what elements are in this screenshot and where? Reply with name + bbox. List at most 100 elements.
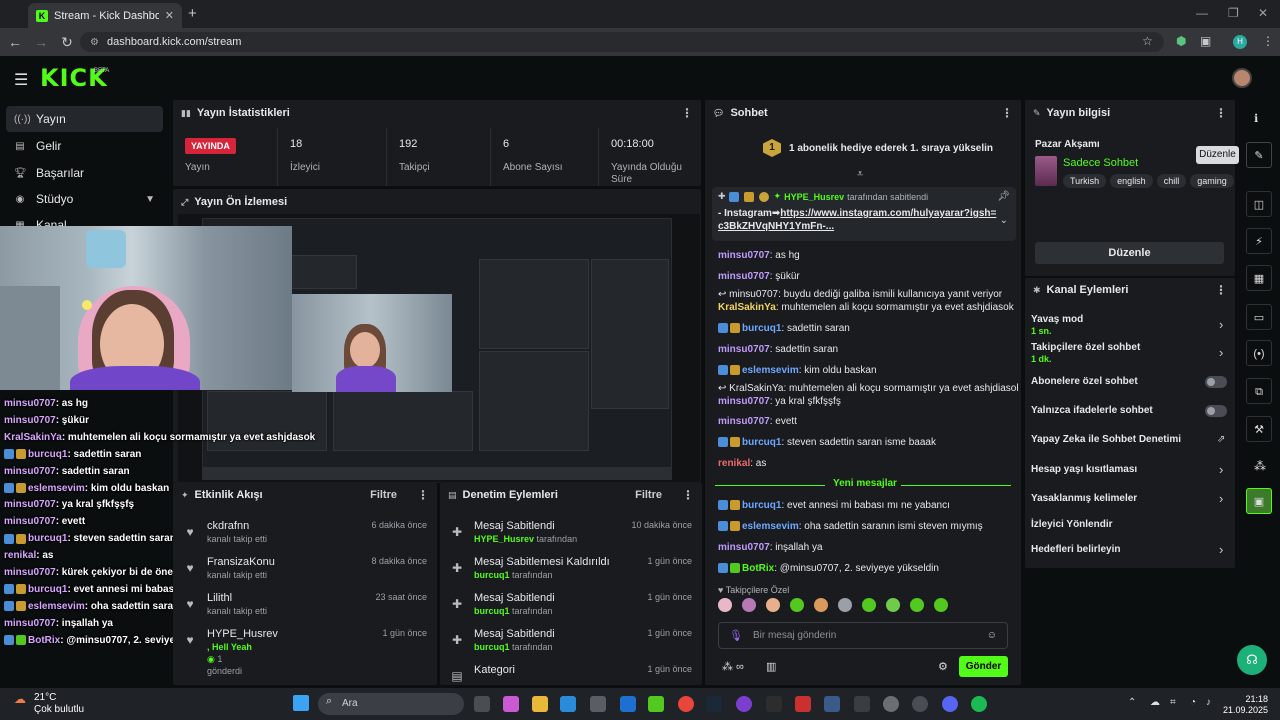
address-bar[interactable]: ⚙ dashboard.kick.com/stream bbox=[80, 32, 1164, 52]
bookmark-star-icon[interactable]: ☆ bbox=[1142, 34, 1153, 48]
windows-start-icon[interactable] bbox=[293, 695, 309, 711]
chat-message[interactable]: minsu0707: evett bbox=[718, 416, 1018, 427]
document-icon[interactable]: ▦ bbox=[1246, 265, 1272, 291]
screenshot-icon[interactable]: ◫ bbox=[1246, 191, 1272, 217]
activity-user[interactable]: ckdrafnn bbox=[207, 520, 249, 532]
more-options-icon[interactable]: ⋮ bbox=[417, 488, 429, 502]
unpin-icon[interactable]: 📌︎ bbox=[997, 191, 1010, 202]
chat-message[interactable]: minsu0707: ya kral şfkfşşfş bbox=[718, 396, 1018, 407]
chat-message[interactable]: eslemsevim: kim oldu baskan bbox=[718, 365, 1018, 376]
emote-icon[interactable] bbox=[862, 598, 876, 612]
emote-icon[interactable] bbox=[934, 598, 948, 612]
channel-action-item[interactable]: Yalnızca ifadelerle sohbet bbox=[1031, 405, 1221, 416]
chevron-right-icon[interactable]: › bbox=[1219, 542, 1223, 557]
pinned-by-user[interactable]: HYPE_Husrev bbox=[784, 192, 844, 202]
chevron-right-icon[interactable]: › bbox=[1219, 345, 1223, 360]
chat-message[interactable]: KralSakinYa: muhtemelen ali koçu sormamı… bbox=[718, 302, 1018, 313]
spotify-icon[interactable] bbox=[971, 696, 987, 712]
lightning-icon[interactable]: ⚡︎ bbox=[1246, 228, 1272, 254]
info-icon[interactable]: ℹ bbox=[1254, 112, 1258, 125]
channel-action-item[interactable]: Hesap yaşı kısıtlaması bbox=[1031, 464, 1221, 475]
chevron-right-icon[interactable]: › bbox=[1219, 491, 1223, 506]
weather-widget[interactable]: ☁ 21°C Çok bulutlu bbox=[14, 692, 84, 715]
more-options-icon[interactable]: ⋮ bbox=[681, 106, 693, 120]
chat-username[interactable]: minsu0707 bbox=[718, 542, 770, 553]
activity-row[interactable]: ♥ HYPE_Husrev, Hell Yeah 1 gün önce ◉ 1 gönd… bbox=[173, 625, 437, 676]
activity-filter-button[interactable]: Filtre bbox=[370, 489, 397, 501]
app-icon[interactable] bbox=[854, 696, 870, 712]
channel-action-item[interactable]: Yapay Zeka ile Sohbet Denetimi bbox=[1031, 434, 1221, 445]
help-support-icon[interactable]: ☊ bbox=[1237, 645, 1267, 675]
chat-message[interactable]: burcuq1: steven sadettin saran isme baaa… bbox=[718, 437, 1018, 448]
steam-icon[interactable] bbox=[706, 696, 722, 712]
chat-username[interactable]: burcuq1 bbox=[742, 323, 781, 334]
extensions-icon[interactable]: ⁂ bbox=[1254, 459, 1266, 473]
chat-message[interactable]: burcuq1: sadettin saran bbox=[718, 323, 1018, 334]
moderation-row[interactable]: ✚ Mesaj Sabitlendi burcuq1 tarafından 1 gün… bbox=[440, 625, 702, 661]
maximize-icon[interactable]: ❐ bbox=[1228, 6, 1239, 20]
pinned-message[interactable]: ✚ ✦ HYPE_Husrev tarafından sabitlendi 📌︎… bbox=[712, 187, 1016, 241]
task-view-icon[interactable] bbox=[474, 696, 490, 712]
scroll-to-pinned-icon[interactable]: ⩡ bbox=[857, 168, 863, 181]
store-app-icon[interactable] bbox=[590, 696, 606, 712]
more-options-icon[interactable]: ⋮ bbox=[682, 488, 694, 502]
chat-message[interactable]: burcuq1: evet annesi mi babası mı ne yab… bbox=[718, 500, 1018, 511]
chat-username[interactable]: minsu0707 bbox=[718, 344, 770, 355]
chat-username[interactable]: eslemsevim bbox=[742, 365, 799, 376]
kick-app-icon[interactable] bbox=[648, 696, 664, 712]
activity-user[interactable]: HYPE_Husrev bbox=[207, 628, 278, 640]
app-icon[interactable] bbox=[736, 696, 752, 712]
network-icon[interactable]: ◔ bbox=[1190, 697, 1196, 708]
emote-icon[interactable] bbox=[718, 598, 732, 612]
channel-action-item[interactable]: Hedefleri belirleyin bbox=[1031, 544, 1221, 555]
chevron-right-icon[interactable]: › bbox=[1219, 462, 1223, 477]
back-icon[interactable]: ← bbox=[2, 34, 28, 50]
stream-tag[interactable]: Turkish bbox=[1063, 174, 1107, 188]
chat-message[interactable]: minsu0707: şükür bbox=[718, 271, 1018, 282]
activity-user[interactable]: FransizaKonu bbox=[207, 556, 275, 568]
chrome-icon[interactable] bbox=[678, 696, 694, 712]
browser-tab[interactable]: K Stream - Kick Dashboard ✕ bbox=[28, 3, 182, 28]
chat-username[interactable]: renikal bbox=[718, 458, 750, 469]
chevron-down-icon[interactable]: ⌄ bbox=[1000, 215, 1008, 226]
toggle-switch[interactable] bbox=[1205, 405, 1227, 417]
chat-input[interactable]: 🎙︎ Bir mesaj gönderin ☺ bbox=[718, 622, 1008, 649]
moderation-user[interactable]: burcuq1 bbox=[474, 570, 510, 580]
moderation-user[interactable]: burcuq1 bbox=[474, 642, 510, 652]
store-icon[interactable]: ▥ bbox=[766, 660, 776, 673]
chat-username[interactable]: KralSakinYa bbox=[718, 302, 776, 313]
emote-icon[interactable] bbox=[814, 598, 828, 612]
chevron-right-icon[interactable]: › bbox=[1219, 317, 1223, 332]
stream-tag[interactable]: gaming bbox=[1190, 174, 1234, 188]
chat-message[interactable]: renikal: as bbox=[718, 458, 1018, 469]
activity-row[interactable]: ♥ Lilithl kanalı takip etti 23 saat önce bbox=[173, 589, 437, 625]
microphone-icon[interactable]: 🎙︎ bbox=[729, 629, 743, 642]
sidebar-item-basarilar[interactable]: 🏆︎ Başarılar bbox=[6, 160, 163, 186]
emote-icon[interactable] bbox=[742, 598, 756, 612]
channel-action-item[interactable]: İzleyici Yönlendir bbox=[1031, 519, 1221, 530]
tray-chevron-icon[interactable]: ⌃ bbox=[1128, 697, 1136, 708]
extension-shield-icon[interactable]: ⬢ bbox=[1176, 34, 1186, 48]
forward-icon[interactable]: → bbox=[28, 34, 54, 50]
chat-username[interactable]: minsu0707 bbox=[718, 271, 770, 282]
taskbar-search[interactable]: Ara bbox=[318, 693, 464, 715]
stream-tag[interactable]: chill bbox=[1156, 174, 1187, 188]
activity-row[interactable]: ♥ ckdrafnn kanalı takip etti 6 dakika önce bbox=[173, 517, 437, 553]
more-options-icon[interactable]: ⋮ bbox=[1215, 106, 1227, 120]
mic-tray-icon[interactable]: ⌗ bbox=[1170, 697, 1176, 708]
more-options-icon[interactable]: ⋮ bbox=[1001, 106, 1013, 120]
epic-games-icon[interactable] bbox=[766, 696, 782, 712]
chat-username[interactable]: minsu0707 bbox=[718, 416, 770, 427]
layout-icon[interactable]: ⧉ bbox=[1246, 378, 1272, 404]
chat-username[interactable]: burcuq1 bbox=[742, 500, 781, 511]
chat-username[interactable]: eslemsevim bbox=[742, 521, 799, 532]
hamburger-menu-icon[interactable]: ☰ bbox=[14, 70, 28, 90]
moderation-user[interactable]: HYPE_Husrev bbox=[474, 534, 534, 544]
send-button[interactable]: Gönder bbox=[959, 656, 1008, 677]
outlook-icon[interactable] bbox=[620, 696, 636, 712]
browser-menu-icon[interactable]: ⋮ bbox=[1262, 34, 1274, 48]
emoji-icon[interactable]: ☺ bbox=[987, 630, 997, 641]
chat-username[interactable]: minsu0707 bbox=[718, 396, 770, 407]
moderation-row[interactable]: ✚ Mesaj Sabitlemesi Kaldırıldı burcuq1 tar… bbox=[440, 553, 702, 589]
minimize-icon[interactable]: — bbox=[1196, 6, 1208, 20]
